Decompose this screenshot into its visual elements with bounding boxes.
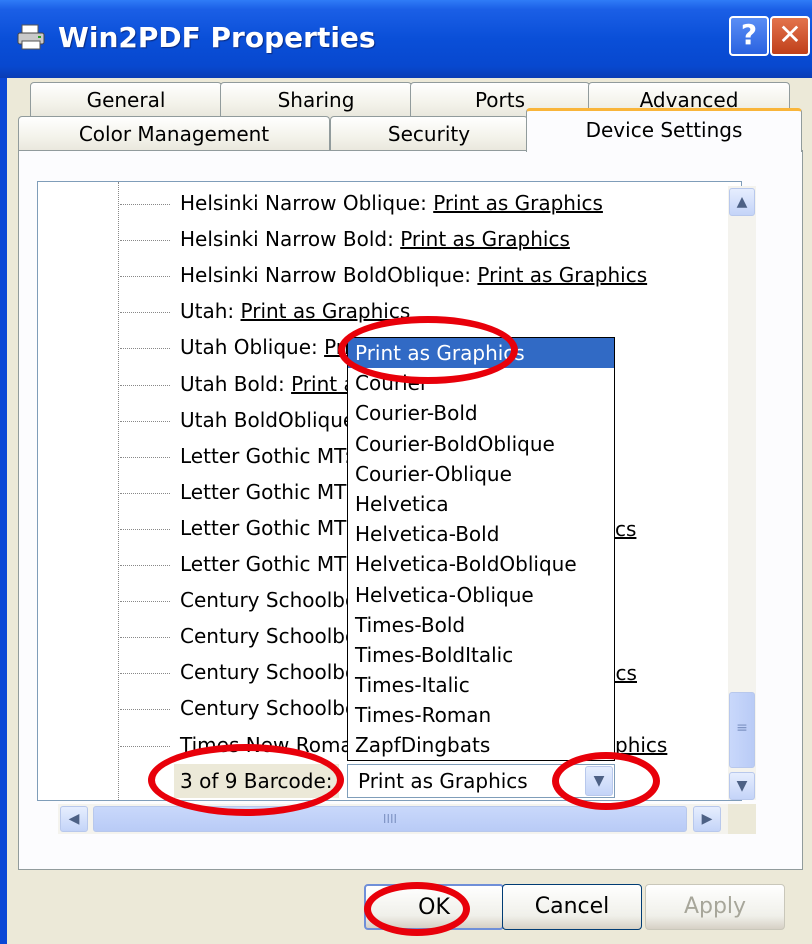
font-name: Century Schoolbo: [180, 624, 358, 649]
font-name: Helsinki Narrow BoldOblique:: [180, 263, 478, 288]
tree-connector: [120, 420, 170, 422]
tree-row[interactable]: Century Schoolbo: [120, 619, 357, 653]
font-name: Utah:: [180, 299, 241, 324]
help-button[interactable]: ?: [729, 16, 769, 56]
vertical-scroll-thumb[interactable]: ≡: [729, 692, 755, 768]
title-bar[interactable]: Win2PDF Properties ? ✕: [0, 0, 812, 78]
tree-row[interactable]: Helsinki Narrow Oblique: Print as Graphi…: [120, 186, 603, 220]
tree-connector: [120, 276, 170, 278]
dropdown-option[interactable]: ZapfDingbats: [348, 730, 614, 760]
dropdown-option[interactable]: Times-Bold: [348, 610, 614, 640]
tree-row[interactable]: Helsinki Narrow BoldOblique: Print as Gr…: [120, 258, 647, 292]
font-setting-value[interactable]: Print as Graphics: [400, 227, 570, 251]
font-name: Utah BoldOblique:: [180, 407, 362, 432]
tab-label: Device Settings: [585, 118, 743, 142]
tab-label: Color Management: [78, 122, 270, 146]
font-name: Letter Gothic MT B: [180, 515, 367, 540]
annotation-circle: [148, 744, 344, 816]
scroll-up-icon[interactable]: ▲: [729, 188, 755, 216]
tree-connector: [120, 384, 170, 386]
tree-row[interactable]: Utah Bold: Print a: [120, 367, 356, 401]
scroll-down-icon[interactable]: ▼: [729, 772, 755, 800]
scroll-left-icon[interactable]: ◀: [60, 806, 88, 832]
dropdown-option[interactable]: Helvetica: [348, 489, 614, 519]
tree-row[interactable]: Utah Oblique: Prir: [120, 330, 358, 364]
tree-row[interactable]: Utah: Print as Graphics: [120, 294, 410, 328]
dropdown-option[interactable]: Times-BoldItalic: [348, 640, 614, 670]
tree-row[interactable]: Helsinki Narrow Bold: Print as Graphics: [120, 222, 570, 256]
apply-button: Apply: [645, 884, 785, 930]
font-name: Letter Gothic MT:: [180, 443, 351, 468]
dropdown-option[interactable]: Helvetica-Bold: [348, 519, 614, 549]
dropdown-option[interactable]: Times-Roman: [348, 700, 614, 730]
tab-sharing[interactable]: Sharing: [220, 82, 412, 118]
help-icon: ?: [740, 18, 758, 51]
tree-row[interactable]: Letter Gothic MT B: [120, 511, 366, 545]
tree-connector: [120, 240, 170, 242]
tree-connector: [120, 709, 170, 711]
annotation-circle: [552, 752, 660, 810]
font-setting-value[interactable]: Print as Graphics: [433, 191, 603, 215]
dropdown-option[interactable]: Courier-BoldOblique: [348, 429, 614, 459]
tab-label: Sharing: [277, 88, 355, 112]
tree-connector: [120, 745, 170, 747]
font-name: Century Schoolbo: [180, 588, 358, 613]
printer-icon: [17, 24, 45, 50]
tree-connector: [120, 456, 170, 458]
tab-label: General: [86, 88, 166, 112]
tab-label: Ports: [474, 88, 526, 112]
tree-value-fragment[interactable]: cs: [615, 512, 636, 546]
tree-row[interactable]: Century Schoolbo: [120, 691, 357, 725]
tree-connector: [120, 601, 170, 603]
horizontal-scroll-thumb[interactable]: IIII: [93, 806, 687, 832]
tree-connector: [120, 492, 170, 494]
tree-row[interactable]: Letter Gothic MT O: [120, 547, 368, 581]
tab-label: Security: [387, 122, 471, 146]
scroll-right-icon[interactable]: ▶: [693, 806, 721, 832]
scrollbar-corner: [728, 804, 756, 834]
tree-connector: [120, 637, 170, 639]
annotation-circle: [364, 882, 470, 936]
font-name: Helsinki Narrow Oblique:: [180, 191, 434, 215]
dropdown-option[interactable]: Times-Italic: [348, 670, 614, 700]
combobox-value: Print as Graphics: [358, 769, 528, 793]
tree-connector: [120, 673, 170, 675]
cancel-button[interactable]: Cancel: [502, 884, 642, 930]
font-name: Helsinki Narrow Bold:: [180, 227, 401, 252]
tree-row[interactable]: Century Schoolbo: [120, 583, 357, 617]
font-name: Century Schoolbo: [180, 696, 358, 721]
tab-general[interactable]: General: [30, 82, 222, 118]
tab-color-management[interactable]: Color Management: [18, 116, 330, 152]
tree-connector: [120, 528, 170, 530]
font-setting-value[interactable]: Print a: [291, 372, 356, 396]
tree-row[interactable]: Letter Gothic MT:: [120, 439, 351, 473]
font-name: Century Schoolbo: [180, 660, 358, 685]
annotation-circle: [338, 316, 518, 384]
close-button[interactable]: ✕: [770, 16, 810, 56]
window-title: Win2PDF Properties: [58, 21, 376, 54]
font-name: Utah Oblique:: [180, 335, 325, 360]
font-name: Letter Gothic MT O: [180, 552, 369, 576]
tree-guide-line: [118, 182, 119, 800]
tree-connector: [120, 204, 170, 205]
tab-device-settings[interactable]: Device Settings: [526, 108, 802, 152]
tab-security[interactable]: Security: [330, 116, 528, 152]
font-name: Utah Bold:: [180, 371, 292, 396]
tree-row[interactable]: Letter Gothic MT B: [120, 475, 366, 509]
dropdown-list[interactable]: Print as Graphics Courier Courier-Bold Cour…: [347, 337, 615, 761]
properties-window: Win2PDF Properties ? ✕ General Sharing P…: [0, 0, 812, 944]
dropdown-option[interactable]: Helvetica-BoldOblique: [348, 549, 614, 579]
tree-row[interactable]: Utah BoldOblique:: [120, 403, 362, 437]
tree-connector: [120, 348, 170, 350]
font-setting-value[interactable]: Print as Graphics: [477, 263, 647, 287]
tree-row[interactable]: Century Schoolbo: [120, 655, 357, 689]
tree-connector: [120, 565, 170, 566]
dropdown-option[interactable]: Courier-Oblique: [348, 459, 614, 489]
dropdown-option[interactable]: Helvetica-Oblique: [348, 580, 614, 610]
tree-connector: [120, 312, 170, 314]
dropdown-option[interactable]: Courier-Bold: [348, 398, 614, 428]
grip-icon: ≡: [736, 720, 748, 736]
close-icon: ✕: [778, 18, 802, 51]
font-name: Letter Gothic MT B: [180, 479, 367, 504]
